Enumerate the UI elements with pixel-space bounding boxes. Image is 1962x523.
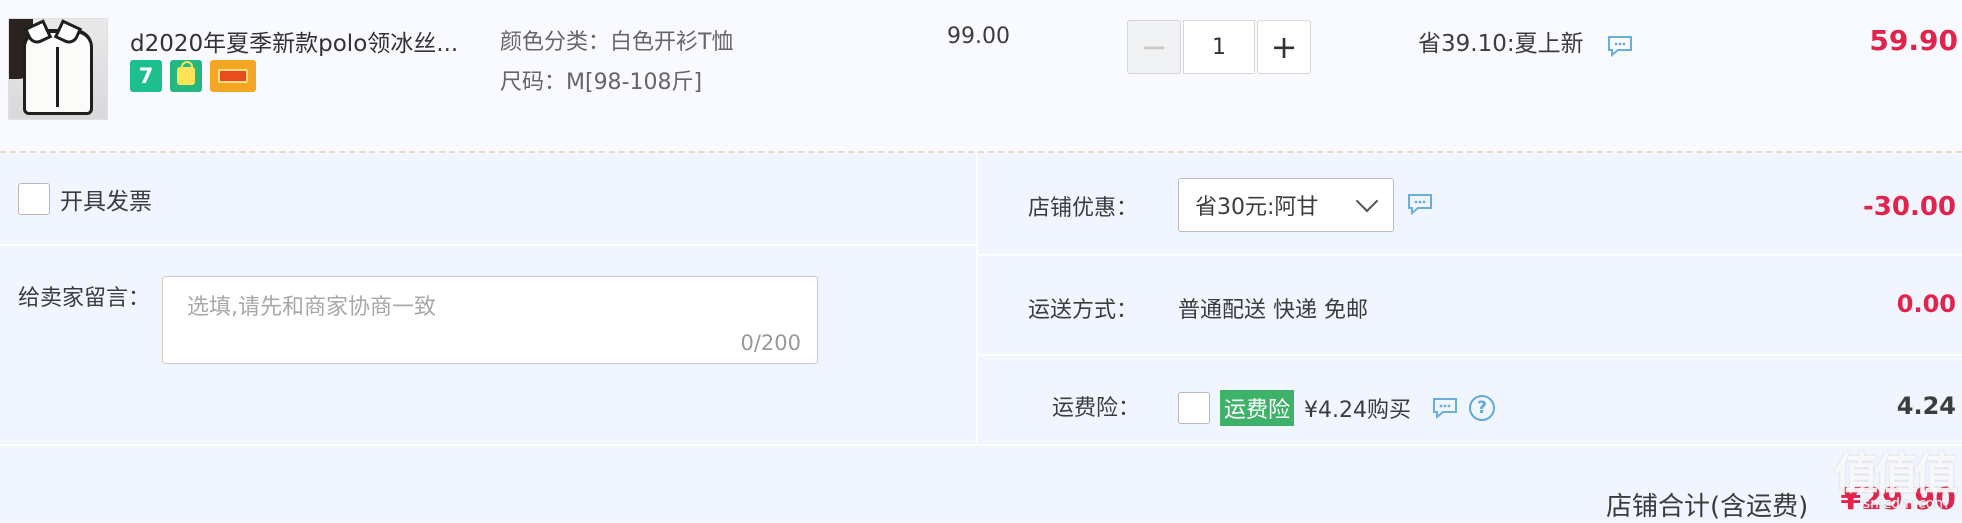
help-icon[interactable]: ? — [1469, 395, 1495, 421]
watermark-logo: 值值值 — [1834, 449, 1958, 500]
unit-price: 99.00 — [947, 24, 1010, 49]
chat-bubble-icon[interactable] — [1431, 396, 1459, 420]
chat-bubble-icon[interactable] — [1606, 34, 1634, 58]
order-item-row: d2020年夏季新款polo领冰丝... 7 颜色分类：白色开衫T恤 尺码：M[… — [0, 0, 1962, 152]
order-options-panel: 开具发票 给卖家留言： 0/200 — [0, 154, 976, 444]
shipping-label: 运送方式： — [1028, 298, 1139, 323]
shop-discount-select[interactable]: 省30元:阿甘 — [1178, 178, 1394, 232]
message-char-count: 0/200 — [740, 331, 801, 355]
product-thumbnail[interactable] — [8, 18, 108, 120]
credit-card-icon[interactable] — [210, 60, 256, 92]
quantity-stepper: − 1 + — [1127, 20, 1311, 74]
item-promotion[interactable]: 省39.10:夏上新 — [1418, 24, 1584, 58]
shop-total-bar: 店铺合计(含运费) ¥29.90 — [0, 444, 1962, 522]
invoice-label: 开具发票 — [60, 189, 152, 215]
divider — [978, 354, 1962, 356]
seven-day-return-icon[interactable]: 7 — [130, 60, 162, 92]
divider — [0, 151, 1962, 153]
divider — [978, 254, 1962, 256]
order-summary-panel: 店铺优惠： 省30元:阿甘 -30.00 运送方式： 普通配送 快递 免邮 0.… — [978, 154, 1962, 444]
seller-message-box: 0/200 — [162, 276, 818, 364]
watermark-site: smzdm.com — [1862, 496, 1948, 512]
sku-size: 尺码：M[98-108斤] — [500, 70, 703, 95]
insurance-value: 4.24 — [1896, 392, 1956, 420]
product-badges: 7 — [130, 60, 256, 92]
insurance-tag: 运费险 — [1220, 390, 1295, 426]
shop-total-label: 店铺合计(含运费) — [1606, 492, 1809, 522]
invoice-checkbox[interactable] — [18, 183, 50, 215]
shipping-method: 普通配送 快递 免邮 — [1178, 298, 1368, 323]
item-subtotal: 59.90 — [1869, 24, 1958, 57]
insurance-label: 运费险： — [1052, 396, 1141, 421]
shipping-value: 0.00 — [1896, 290, 1956, 318]
shop-discount-label: 店铺优惠： — [1028, 196, 1139, 221]
chevron-down-icon — [1355, 189, 1379, 213]
shop-discount-selected: 省30元:阿甘 — [1195, 195, 1319, 220]
insurance-price: ¥4.24购买 — [1304, 398, 1411, 423]
shop-discount-value: -30.00 — [1862, 192, 1956, 222]
decrease-quantity-button[interactable]: − — [1127, 20, 1181, 74]
sku-color: 颜色分类：白色开衫T恤 — [500, 30, 734, 55]
gift-bag-icon[interactable] — [170, 60, 202, 92]
increase-quantity-button[interactable]: + — [1257, 20, 1311, 74]
insurance-checkbox[interactable] — [1178, 392, 1210, 424]
quantity-input[interactable]: 1 — [1183, 20, 1255, 74]
shipping-insurance-option: 运费险 ¥4.24购买 ? — [1178, 390, 1495, 426]
seller-message-input[interactable] — [163, 277, 817, 363]
divider — [0, 244, 976, 246]
thumbnail-placket — [56, 47, 59, 107]
product-title[interactable]: d2020年夏季新款polo领冰丝... — [130, 24, 458, 58]
invoice-option: 开具发票 — [18, 182, 152, 216]
message-label: 给卖家留言： — [18, 286, 151, 311]
chat-bubble-icon[interactable] — [1406, 192, 1434, 216]
